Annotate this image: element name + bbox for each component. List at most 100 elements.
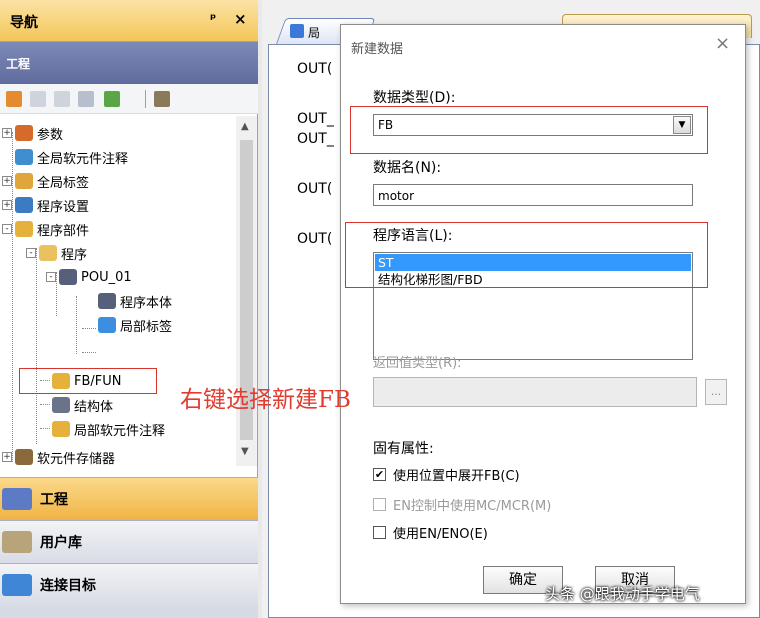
folder-icon <box>39 245 57 261</box>
collapse-icon[interactable]: - <box>26 248 36 258</box>
data-name-label: 数据名(N): <box>373 160 442 176</box>
use-en-eno-checkbox[interactable]: 使用EN/ENO(E) <box>373 523 488 542</box>
checkbox-label: EN控制中使用MC/MCR(M) <box>393 498 552 514</box>
annotation-text: 右键选择新建FB <box>180 387 351 413</box>
tree-item-label: POU_01 <box>81 269 132 285</box>
code-line: OUT( <box>297 231 333 247</box>
return-type-browse-button: ... <box>705 379 727 405</box>
checkbox-label: 使用位置中展开FB(C) <box>393 468 520 484</box>
connection-destination-button[interactable]: 连接目标 <box>0 563 258 606</box>
collapse-icon[interactable]: - <box>2 224 12 234</box>
refresh-icon[interactable] <box>104 91 120 107</box>
en-mc-mcr-checkbox: EN控制中使用MC/MCR(M) <box>373 495 552 514</box>
tree-item-device-memory[interactable]: + 软元件存储器 <box>2 446 115 466</box>
user-library-icon <box>2 531 32 553</box>
tab-label: 局 <box>308 26 321 40</box>
local-label-icon <box>98 317 116 333</box>
checkmark-icon[interactable]: ✔ <box>373 467 386 481</box>
folder-icon <box>15 221 33 237</box>
connection-destination-label: 连接目标 <box>40 578 96 594</box>
local-label-icon <box>290 24 304 38</box>
expand-icon[interactable]: + <box>2 200 12 210</box>
tree-item-label: 结构体 <box>74 399 114 415</box>
code-line: OUT_ <box>297 111 334 127</box>
expand-icon[interactable]: + <box>2 128 12 138</box>
tree-item-parameters[interactable]: + 参数 <box>2 122 63 144</box>
tree-item-program-parts[interactable]: - 程序部件 <box>2 218 89 240</box>
tree-connector <box>76 296 77 354</box>
tree-connector <box>36 248 37 444</box>
checkbox-box <box>373 497 386 511</box>
tree-item-label: 全局标签 <box>37 175 90 191</box>
structure-icon <box>52 397 70 413</box>
nav-title: 导航 <box>10 15 38 31</box>
dialog-title: 新建数据 <box>351 42 404 57</box>
connection-icon <box>2 574 32 596</box>
watermark-text: 头条 @跟我动手学电气 <box>545 585 700 603</box>
tree-item-structure[interactable]: 结构体 <box>52 394 113 416</box>
nav-toolbar <box>0 84 258 114</box>
tree-item-local-label[interactable]: 局部标签 <box>98 314 172 336</box>
pin-icon[interactable]: ᵖ <box>210 12 216 27</box>
code-line: OUT( <box>297 181 333 197</box>
return-type-label: 返回值类型(R): <box>373 356 462 371</box>
project-view-label: 工程 <box>40 492 68 508</box>
label-icon <box>15 173 33 189</box>
tree-connector <box>40 404 50 405</box>
pou-icon <box>59 269 77 285</box>
close-icon[interactable]: × <box>715 33 730 54</box>
project-view-button[interactable]: 工程 <box>0 477 258 520</box>
tree-item-label: 程序 <box>61 247 88 263</box>
return-type-field <box>373 377 697 407</box>
tree-item-local-device-comment[interactable]: 局部软元件注释 <box>52 418 165 440</box>
tree-item-global-device-comment[interactable]: 全局软元件注释 <box>15 146 128 168</box>
data-type-highlight-box <box>350 106 708 154</box>
expand-icon[interactable]: + <box>2 176 12 186</box>
tree-connector <box>82 352 96 353</box>
memory-icon <box>15 449 33 465</box>
expand-icon[interactable]: + <box>2 452 12 462</box>
tree-item-label: 程序设置 <box>37 199 90 215</box>
close-icon[interactable]: × <box>234 10 247 28</box>
data-name-value: motor <box>378 189 415 203</box>
tree-connector <box>40 428 50 429</box>
toolbar-separator <box>145 90 146 108</box>
tree-item-label: 局部软元件注释 <box>74 423 166 439</box>
paste-icon[interactable] <box>54 91 70 107</box>
properties-label: 固有属性: <box>373 441 434 457</box>
comment-icon <box>15 149 33 165</box>
folder-icon <box>52 421 70 437</box>
new-icon[interactable] <box>6 91 22 107</box>
tree-item-global-label[interactable]: + 全局标签 <box>2 170 89 192</box>
st-icon <box>98 293 116 309</box>
tree-item-label: 参数 <box>37 127 64 143</box>
user-library-button[interactable]: 用户库 <box>0 520 258 563</box>
tree-item-label: 局部标签 <box>120 319 173 335</box>
data-name-input[interactable]: motor <box>373 184 693 206</box>
checkbox-box[interactable] <box>373 525 386 539</box>
fb-fun-highlight-box <box>19 368 157 394</box>
parameter-icon <box>15 125 33 141</box>
user-library-label: 用户库 <box>40 535 82 551</box>
sort-icon[interactable] <box>154 91 170 107</box>
tree-item-program-setting[interactable]: + 程序设置 <box>2 194 89 216</box>
checkbox-label: 使用EN/ENO(E) <box>393 526 488 542</box>
tree-item-program-body[interactable]: 程序本体 <box>98 290 172 312</box>
tree-item-label: 程序部件 <box>37 223 90 239</box>
tree-item-program[interactable]: - 程序 <box>26 242 87 264</box>
code-line: OUT( <box>297 61 333 77</box>
expand-fb-checkbox[interactable]: ✔ 使用位置中展开FB(C) <box>373 465 520 484</box>
data-type-label: 数据类型(D): <box>373 90 456 106</box>
scroll-up-icon[interactable]: ▲ <box>241 121 249 132</box>
program-setting-icon <box>15 197 33 213</box>
navigation-panel: 导航 ᵖ × 工程 + 参数 全局软元件注释 + 全局标签 + 程序设置 - 程… <box>0 0 258 618</box>
tree-item-label: 全局软元件注释 <box>37 151 129 167</box>
property-icon[interactable] <box>78 91 94 107</box>
tree-item-label: 软元件存储器 <box>37 451 116 467</box>
collapse-icon[interactable]: - <box>46 272 56 282</box>
scroll-down-icon[interactable]: ▼ <box>241 446 249 457</box>
tree-item-pou-01[interactable]: - POU_01 <box>46 266 132 288</box>
nav-bottom-strip <box>0 606 258 618</box>
copy-icon[interactable] <box>30 91 46 107</box>
tree-connector <box>82 328 96 329</box>
